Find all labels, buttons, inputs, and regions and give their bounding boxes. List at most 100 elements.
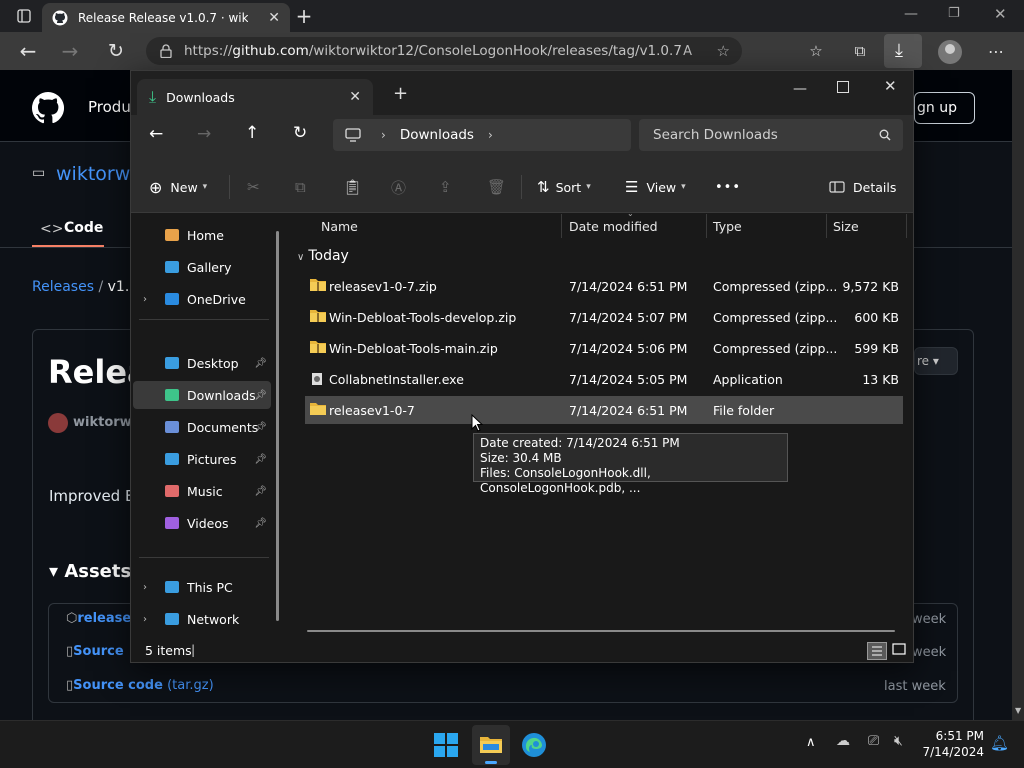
read-aloud-icon[interactable]: A bbox=[683, 44, 692, 59]
details-button[interactable]: Details bbox=[829, 175, 896, 199]
address-bar[interactable]: https://github.com/wiktorwiktor12/Consol… bbox=[146, 37, 742, 65]
sidebar-item-network[interactable]: › Network bbox=[133, 605, 271, 633]
network-status-icon[interactable]: ⎚ bbox=[868, 733, 879, 749]
sidebar-item-this-pc[interactable]: › This PC bbox=[133, 573, 271, 601]
downloads-button[interactable]: ⤓ bbox=[884, 34, 922, 68]
favorites-icon[interactable]: ☆ bbox=[802, 37, 830, 65]
cloud-offline-icon[interactable]: ☁ bbox=[836, 733, 850, 749]
file-explorer-taskbar-button[interactable] bbox=[472, 725, 510, 765]
profile-avatar[interactable] bbox=[938, 40, 962, 64]
sidebar-item-gallery[interactable]: Gallery bbox=[133, 253, 271, 281]
close-window-icon[interactable]: ✕ bbox=[884, 77, 897, 95]
edge-browser-icon[interactable] bbox=[520, 731, 548, 759]
show-hidden-icons-icon[interactable]: ∧ bbox=[806, 735, 816, 750]
back-icon[interactable]: ← bbox=[149, 124, 163, 144]
rename-icon[interactable]: Ⓐ bbox=[391, 175, 406, 199]
file-row[interactable]: releasev1-0-7.zip 7/14/2024 6:51 PM Compre… bbox=[305, 272, 903, 300]
maximize-icon[interactable] bbox=[837, 81, 849, 93]
author-name[interactable]: wiktorwi bbox=[73, 415, 136, 430]
sidebar-item-onedrive[interactable]: › OneDrive bbox=[133, 285, 271, 313]
sidebar-item-music[interactable]: Music 📌︎ bbox=[133, 477, 271, 505]
sidebar-item-videos[interactable]: Videos 📌︎ bbox=[133, 509, 271, 537]
breadcrumb-downloads[interactable]: Downloads bbox=[400, 127, 474, 143]
refresh-icon[interactable]: ↻ bbox=[293, 123, 307, 143]
more-options-icon[interactable]: ••• bbox=[715, 175, 741, 199]
asset-link-1[interactable]: ▯Source bbox=[66, 644, 124, 659]
column-size[interactable]: Size bbox=[833, 219, 859, 234]
view-button[interactable]: ☰ View ▾ bbox=[625, 175, 686, 199]
file-row[interactable]: Win-Debloat-Tools-develop.zip 7/14/2024 5… bbox=[305, 303, 903, 331]
restore-icon[interactable]: ❐ bbox=[948, 6, 960, 21]
repo-owner-link[interactable]: wiktorwi bbox=[56, 163, 136, 185]
browser-tab-active[interactable]: Release Release v1.0.7 · wiktorwiktor12/… bbox=[42, 3, 290, 32]
close-window-icon[interactable]: ✕ bbox=[994, 5, 1007, 23]
sidebar-item-documents[interactable]: Documents 📌︎ bbox=[133, 413, 271, 441]
start-button-windows-icon[interactable] bbox=[434, 733, 458, 757]
pin-icon[interactable]: 📌︎ bbox=[254, 454, 267, 465]
tiles-view-icon[interactable] bbox=[891, 642, 907, 658]
share-icon[interactable]: ⇪ bbox=[439, 175, 452, 199]
close-tab-icon[interactable]: ✕ bbox=[268, 10, 280, 26]
refresh-icon[interactable]: ↻ bbox=[102, 37, 130, 65]
tab-actions-icon[interactable] bbox=[10, 2, 38, 30]
chevron-right-icon[interactable]: › bbox=[143, 582, 147, 593]
clock[interactable]: 6:51 PM 7/14/2024 bbox=[922, 728, 984, 760]
breadcrumb-releases[interactable]: Releases bbox=[32, 279, 94, 295]
sidebar-item-label: Downloads bbox=[187, 387, 256, 403]
new-button[interactable]: ⊕ New ▾ bbox=[149, 175, 207, 199]
column-name[interactable]: Name bbox=[321, 219, 358, 234]
sort-button[interactable]: ⇅ Sort ▾ bbox=[537, 175, 591, 199]
copy-icon[interactable]: ⧉ bbox=[295, 175, 306, 199]
minimize-icon[interactable]: — bbox=[904, 6, 918, 22]
settings-more-icon[interactable]: ⋯ bbox=[982, 37, 1010, 65]
column-type[interactable]: Type bbox=[713, 219, 742, 234]
author-avatar[interactable] bbox=[48, 413, 68, 433]
explorer-tab[interactable]: ⤓ Downloads ✕ bbox=[137, 79, 373, 115]
volume-muted-icon[interactable]: 🔇︎ bbox=[894, 733, 903, 749]
file-row[interactable]: releasev1-0-7 7/14/2024 6:51 PM File folde… bbox=[305, 396, 903, 424]
horizontal-scrollbar[interactable] bbox=[307, 630, 895, 632]
github-logo-icon[interactable] bbox=[32, 92, 64, 124]
new-tab-icon[interactable]: + bbox=[290, 2, 318, 30]
file-row[interactable]: CollabnetInstaller.exe 7/14/2024 5:05 PM A… bbox=[305, 365, 903, 393]
sidebar-item-downloads[interactable]: Downloads 📌︎ bbox=[133, 381, 271, 409]
minimize-icon[interactable]: — bbox=[793, 81, 807, 97]
sign-up-button[interactable]: gn up bbox=[914, 92, 975, 124]
breadcrumb[interactable]: › Downloads › bbox=[333, 119, 631, 151]
pin-icon[interactable]: 📌︎ bbox=[254, 486, 267, 497]
column-date-modified[interactable]: Date modified bbox=[569, 219, 658, 234]
file-row[interactable]: Win-Debloat-Tools-main.zip 7/14/2024 5:06… bbox=[305, 334, 903, 362]
pin-icon[interactable]: 📌︎ bbox=[254, 518, 267, 529]
up-icon[interactable]: ↑ bbox=[245, 123, 259, 143]
collections-icon[interactable]: ⧉ bbox=[846, 37, 874, 65]
group-header-today[interactable]: ∨ Today bbox=[297, 248, 349, 264]
nav-scrollbar[interactable] bbox=[276, 231, 279, 621]
forward-icon[interactable]: → bbox=[56, 37, 84, 65]
pin-icon[interactable]: 📌︎ bbox=[254, 390, 267, 401]
tab-code[interactable]: Code bbox=[64, 220, 103, 236]
delete-icon[interactable]: 🗑︎ bbox=[487, 175, 506, 199]
sidebar-item-home[interactable]: Home bbox=[133, 221, 271, 249]
cut-icon[interactable]: ✂ bbox=[247, 175, 260, 199]
details-view-icon[interactable] bbox=[867, 642, 887, 660]
chevron-right-icon[interactable]: › bbox=[143, 614, 147, 625]
paste-icon[interactable]: 📋︎ bbox=[343, 175, 362, 199]
assets-heading[interactable]: ▾ Assets bbox=[49, 561, 131, 582]
chevron-right-icon[interactable]: › bbox=[143, 294, 147, 305]
search-input[interactable]: Search Downloads bbox=[639, 119, 903, 151]
sidebar-item-desktop[interactable]: Desktop 📌︎ bbox=[133, 349, 271, 377]
asset-link-0[interactable]: ⬡releasev bbox=[66, 611, 140, 626]
pin-icon[interactable]: 📌︎ bbox=[254, 422, 267, 433]
notification-bell-icon[interactable]: 🔔︎ bbox=[990, 734, 1009, 752]
asset-link-2[interactable]: ▯Source code (tar.gz) bbox=[66, 678, 214, 693]
close-tab-icon[interactable]: ✕ bbox=[349, 89, 361, 105]
pin-icon[interactable]: 📌︎ bbox=[254, 358, 267, 369]
more-button[interactable]: re ▾ bbox=[914, 347, 958, 375]
add-favorite-icon[interactable]: ☆ bbox=[717, 42, 730, 60]
sidebar-item-pictures[interactable]: Pictures 📌︎ bbox=[133, 445, 271, 473]
product-menu[interactable]: Produ bbox=[88, 98, 131, 116]
forward-icon[interactable]: → bbox=[197, 124, 211, 144]
back-icon[interactable]: ← bbox=[14, 37, 42, 65]
page-scrollbar[interactable]: ▼ bbox=[1012, 70, 1024, 720]
new-tab-icon[interactable]: + bbox=[393, 83, 408, 104]
